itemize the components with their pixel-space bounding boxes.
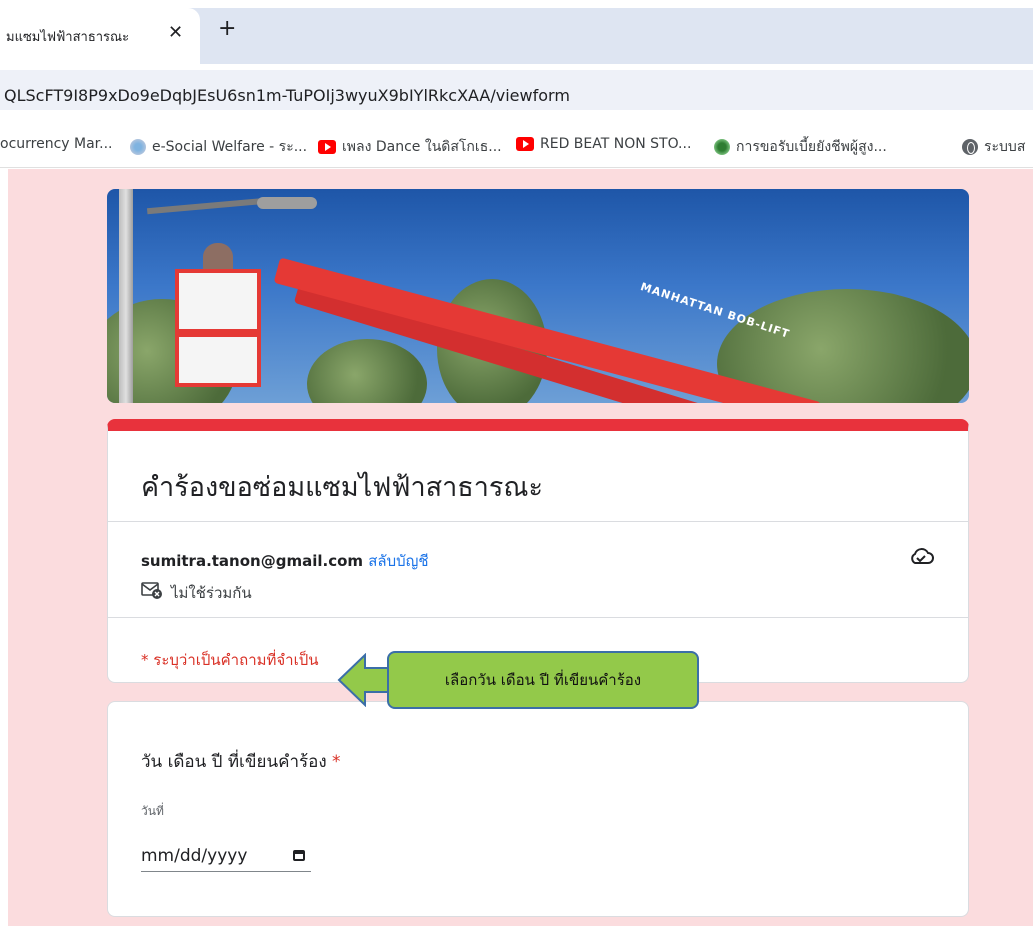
crane-bucket [175,269,261,387]
bookmark-label: การขอรับเบี้ยยังชีพผู้สูง... [736,139,887,155]
bookmark-label: e-Social Welfare - ระ... [152,139,308,155]
bookmark-item[interactable]: การขอรับเบี้ยยังชีพผู้สูง... [714,136,887,158]
url-field[interactable]: QLScFT9I8P9xDo9eDqbJEsU6sn1m-TuPOIj3wyuX… [0,70,1033,110]
bookmark-label: ระบบส [984,139,1026,155]
bookmark-item[interactable]: e-Social Welfare - ระ... [130,136,307,158]
bookmark-item[interactable]: RED BEAT NON STO... [516,136,691,152]
form-title: คำร้องขอซ่อมแซมไฟฟ้าสาธารณะ [141,472,543,503]
divider [108,617,968,618]
youtube-icon [516,137,534,151]
callout-box: เลือกวัน เดือน ปี ที่เขียนคำร้อง [387,651,699,709]
tab-title: มแซมไฟฟ้าสาธารณะ [6,29,130,45]
callout-text: เลือกวัน เดือน ปี ที่เขียนคำร้อง [444,671,642,689]
tab-strip: มแซมไฟฟ้าสาธารณะ ✕ + [0,0,1033,64]
calendar-icon[interactable] [293,850,305,861]
account-email: sumitra.tanon@gmail.com [141,552,364,570]
bookmarks-bar: ocurrency Mar... e-Social Welfare - ระ..… [0,114,1033,168]
date-input[interactable]: mm/dd/yyyy [141,838,311,872]
seal-icon [714,139,730,155]
required-star: * [332,752,341,772]
new-tab-icon[interactable]: + [218,18,236,40]
switch-account-link[interactable]: สลับบัญชี [368,552,428,570]
address-bar: QLScFT9I8P9xDo9eDqbJEsU6sn1m-TuPOIj3wyuX… [0,64,1033,114]
question-card: วัน เดือน ปี ที่เขียนคำร้อง * วันที่ mm/… [107,701,969,917]
lamp-arm [146,197,268,215]
not-shared-label: ไม่ใช้ร่วมกัน [171,584,252,602]
tree-shape [307,339,427,403]
header-banner-image: MANHATTAN BOB-LIFT [107,189,969,403]
bucket-stripe [175,329,261,337]
street-lamp [257,197,317,209]
date-placeholder: mm/dd/yyyy [141,846,248,866]
not-shared-icon [141,582,162,599]
globe-icon [962,139,978,155]
close-icon[interactable]: ✕ [168,22,183,43]
youtube-icon [318,140,336,154]
question-title: วัน เดือน ปี ที่เขียนคำร้อง * [141,748,341,775]
url-text: QLScFT9I8P9xDo9eDqbJEsU6sn1m-TuPOIj3wyuX… [4,86,570,105]
cloud-saved-icon[interactable] [908,546,934,566]
form-page: MANHATTAN BOB-LIFT คำร้องขอซ่อมแซมไฟฟ้าส… [8,169,1033,926]
required-note: * ระบุว่าเป็นคำถามที่จำเป็น [141,651,319,669]
divider [108,521,968,522]
bookmark-label: RED BEAT NON STO... [540,136,692,152]
browser-tab[interactable]: มแซมไฟฟ้าสาธารณะ ✕ [0,8,200,64]
bookmark-label: เพลง Dance ในดิสโกเธ... [342,139,502,155]
bookmark-item[interactable]: ocurrency Mar... [0,136,113,152]
utility-pole [119,189,133,403]
bookmark-item[interactable]: ระบบส [962,136,1025,158]
question-text: วัน เดือน ปี ที่เขียนคำร้อง [141,752,327,772]
date-sublabel: วันที่ [141,804,164,818]
bookmark-label: ocurrency Mar... [0,136,113,152]
bookmark-item[interactable]: เพลง Dance ในดิสโกเธ... [318,136,502,158]
form-header-card: คำร้องขอซ่อมแซมไฟฟ้าสาธารณะ sumitra.tano… [107,419,969,683]
gov-icon [130,139,146,155]
account-line: sumitra.tanon@gmail.com สลับบัญชี [141,549,429,573]
